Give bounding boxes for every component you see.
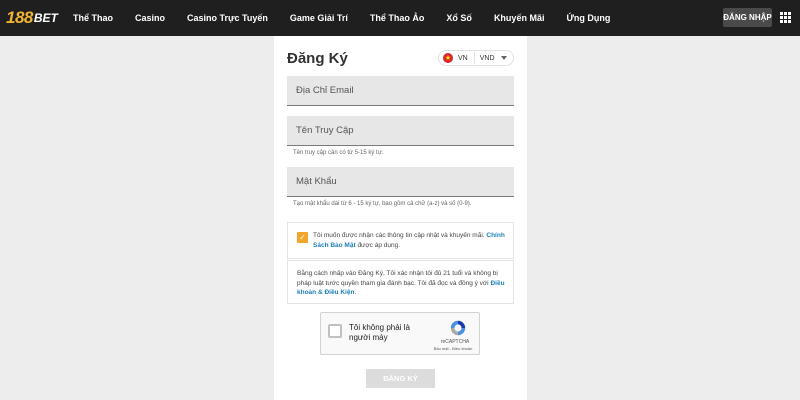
main-nav: Thể Thao Casino Casino Trực Tuyến Game G… (62, 0, 621, 36)
recaptcha-links[interactable]: Bảo mật - Điều khoản (427, 346, 479, 351)
language-code: VN (458, 54, 468, 62)
nav-item-game-giai-tri[interactable]: Game Giải Trí (279, 13, 359, 23)
login-button[interactable]: ĐĂNG NHẬP (723, 8, 772, 27)
register-submit-button[interactable]: ĐĂNG KÝ (366, 369, 435, 388)
logo-text: BET (33, 11, 58, 25)
top-navigation-bar: 188 BET Thể Thao Casino Casino Trực Tuyế… (0, 0, 800, 36)
recaptcha-checkbox[interactable] (328, 324, 342, 338)
terms-suffix: . (354, 289, 357, 296)
selector-divider (473, 52, 475, 64)
terms-box: Bằng cách nhấp vào Đăng Ký, Tôi xác nhận… (287, 260, 514, 304)
nav-item-ung-dung[interactable]: Ứng Dụng (555, 13, 621, 23)
recaptcha-label: Tôi không phải là người máy (349, 323, 410, 342)
recaptcha-logo-icon (450, 320, 466, 336)
vietnam-flag-icon: ★ (443, 53, 453, 63)
nav-item-the-thao-ao[interactable]: Thể Thao Ảo (359, 13, 436, 23)
chevron-down-icon (500, 56, 507, 60)
nav-item-xo-so[interactable]: Xổ Số (435, 13, 483, 23)
password-hint: Tạo mật khẩu dài từ 6 - 15 ký tự, bao gồ… (293, 201, 472, 207)
consent-text: Tôi muốn được nhận các thông tin cập nhậ… (313, 232, 485, 239)
logo-number: 188 (6, 8, 33, 27)
password-input[interactable] (287, 167, 514, 197)
currency-code: VND (479, 54, 495, 62)
terms-text: Bằng cách nhấp vào Đăng Ký, Tôi xác nhận… (297, 270, 498, 287)
consent-checkbox[interactable]: ✓ (297, 232, 308, 243)
language-currency-selector[interactable]: ★ VN VND (438, 50, 514, 66)
grid-menu-icon[interactable] (780, 12, 791, 23)
username-hint: Tên truy cập cần có từ 5-15 ký tự. (293, 150, 384, 156)
nav-item-casino[interactable]: Casino (124, 13, 176, 23)
email-input[interactable] (287, 76, 514, 106)
page-title: Đăng Ký (287, 50, 348, 67)
nav-item-casino-truc-tuyen[interactable]: Casino Trực Tuyến (176, 13, 279, 23)
recaptcha-brand: reCAPTCHA (440, 339, 470, 345)
recaptcha-widget: Tôi không phải là người máy reCAPTCHA Bả… (320, 312, 480, 355)
consent-text-block: Tôi muốn được nhận các thông tin cập nhậ… (313, 231, 511, 250)
checkmark-icon: ✓ (299, 232, 306, 242)
nav-item-the-thao[interactable]: Thể Thao (62, 13, 124, 23)
terms-text-block: Bằng cách nhấp vào Đăng Ký, Tôi xác nhận… (297, 269, 509, 298)
nav-item-khuyen-mai[interactable]: Khuyến Mãi (483, 13, 556, 23)
consent-suffix: được áp dụng. (357, 241, 401, 249)
registration-panel: Đăng Ký ★ VN VND Tên truy cập cần có từ … (274, 36, 527, 400)
username-input[interactable] (287, 116, 514, 146)
consent-box: ✓ Tôi muốn được nhận các thông tin cập n… (287, 222, 514, 259)
brand-logo[interactable]: 188 BET (6, 7, 58, 29)
